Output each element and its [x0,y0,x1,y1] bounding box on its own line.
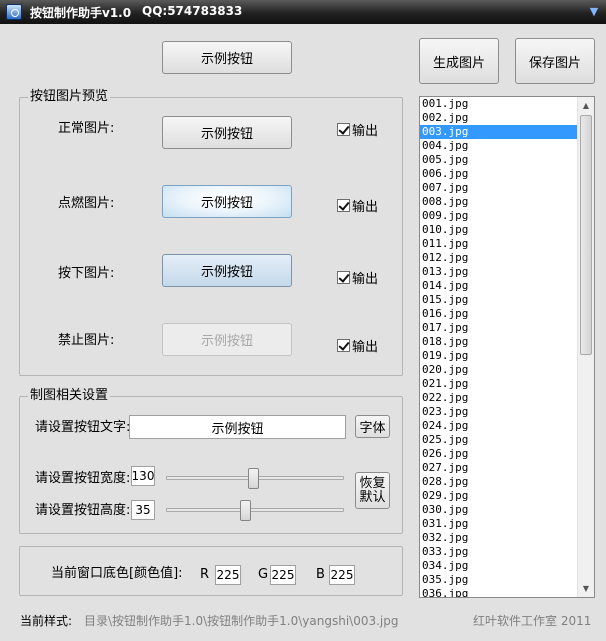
button-height-label: 请设置按钮高度: [35,503,131,518]
checkbox-check-icon[interactable] [337,123,350,136]
scroll-up-icon[interactable]: ▲ [578,97,594,114]
restore-default-button[interactable]: 恢复 默认 [355,472,390,509]
pressed-preview-button[interactable]: 示例按钮 [162,254,292,287]
output-label: 输出 [352,272,379,287]
list-item[interactable]: 030.jpg [420,503,578,517]
list-scrollbar[interactable]: ▲ ▼ [577,97,594,597]
list-item[interactable]: 007.jpg [420,181,578,195]
restore-default-line1: 恢复 [359,475,386,491]
example-button[interactable]: 示例按钮 [162,41,292,74]
pressed-output-checkbox[interactable]: 输出 [337,268,378,287]
button-text-label: 请设置按钮文字: [35,420,131,435]
button-width-input[interactable]: 130 [131,466,155,486]
scroll-down-icon[interactable]: ▼ [578,580,594,597]
checkbox-check-icon[interactable] [337,339,350,352]
color-g-label: G [258,567,269,582]
file-listbox[interactable]: 001.jpg 002.jpg 003.jpg 004.jpg 005.jpg 006.j… [419,96,595,598]
list-item[interactable]: 001.jpg [420,97,578,111]
file-list: 001.jpg 002.jpg 003.jpg 004.jpg 005.jpg 006.j… [420,97,578,597]
list-item[interactable]: 019.jpg [420,349,578,363]
button-text-input[interactable]: 示例按钮 [129,415,346,439]
hover-preview-button[interactable]: 示例按钮 [162,185,292,218]
app-icon [6,4,22,20]
restore-default-line2: 默认 [359,489,386,505]
color-b-input[interactable]: 225 [329,565,355,585]
qq-number: QQ:574783833 [142,4,243,18]
list-item[interactable]: 021.jpg [420,377,578,391]
list-item[interactable]: 004.jpg [420,139,578,153]
list-item[interactable]: 017.jpg [420,321,578,335]
list-item[interactable]: 031.jpg [420,517,578,531]
hover-image-label: 点燃图片: [58,196,115,211]
current-style-path: 目录\按钮制作助手1.0\按钮制作助手1.0\yangshi\003.jpg [84,614,399,628]
height-slider-thumb[interactable] [240,500,251,521]
list-item[interactable]: 034.jpg [420,559,578,573]
list-item[interactable]: 018.jpg [420,335,578,349]
save-image-button[interactable]: 保存图片 [515,38,595,84]
list-item[interactable]: 010.jpg [420,223,578,237]
list-item[interactable]: 035.jpg [420,573,578,587]
disabled-output-checkbox[interactable]: 输出 [337,336,378,355]
list-item[interactable]: 036.jpg [420,587,578,597]
current-style-label: 当前样式: [20,614,73,628]
chevron-down-icon[interactable]: ▼ [586,4,602,20]
color-g-input[interactable]: 225 [270,565,296,585]
list-item[interactable]: 027.jpg [420,461,578,475]
window-title: 按钮制作助手v1.0 [30,6,132,20]
output-label: 输出 [352,200,379,215]
normal-output-checkbox[interactable]: 输出 [337,120,378,139]
settings-group-title: 制图相关设置 [28,388,111,404]
checkbox-check-icon[interactable] [337,271,350,284]
color-r-label: R [200,567,210,582]
list-item[interactable]: 003.jpg [420,125,578,139]
list-item[interactable]: 029.jpg [420,489,578,503]
disabled-image-label: 禁止图片: [58,333,115,348]
list-item[interactable]: 025.jpg [420,433,578,447]
preview-group-title: 按钮图片预览 [28,89,111,105]
button-height-input[interactable]: 35 [131,500,155,520]
width-slider-thumb[interactable] [248,468,259,489]
list-item[interactable]: 015.jpg [420,293,578,307]
list-item[interactable]: 013.jpg [420,265,578,279]
normal-image-label: 正常图片: [58,121,115,136]
list-item[interactable]: 012.jpg [420,251,578,265]
list-item[interactable]: 011.jpg [420,237,578,251]
list-item[interactable]: 005.jpg [420,153,578,167]
checkbox-check-icon[interactable] [337,199,350,212]
font-button[interactable]: 字体 [355,415,390,438]
list-item[interactable]: 006.jpg [420,167,578,181]
list-item[interactable]: 014.jpg [420,279,578,293]
list-item[interactable]: 026.jpg [420,447,578,461]
output-label: 输出 [352,340,379,355]
height-slider-track[interactable] [166,508,344,512]
studio-brand: 红叶软件工作室 2011 [473,614,592,628]
list-item[interactable]: 033.jpg [420,545,578,559]
list-item[interactable]: 009.jpg [420,209,578,223]
list-item[interactable]: 023.jpg [420,405,578,419]
list-item[interactable]: 032.jpg [420,531,578,545]
list-item[interactable]: 002.jpg [420,111,578,125]
list-item[interactable]: 008.jpg [420,195,578,209]
disabled-preview-button: 示例按钮 [162,323,292,356]
title-bar: 按钮制作助手v1.0 QQ:574783833 ▼ [0,0,606,24]
hover-output-checkbox[interactable]: 输出 [337,196,378,215]
generate-image-button[interactable]: 生成图片 [419,38,499,84]
button-width-label: 请设置按钮宽度: [35,471,131,486]
color-r-input[interactable]: 225 [215,565,241,585]
color-b-label: B [316,567,325,582]
output-label: 输出 [352,124,379,139]
normal-preview-button[interactable]: 示例按钮 [162,116,292,149]
scroll-thumb[interactable] [580,115,592,355]
list-item[interactable]: 022.jpg [420,391,578,405]
list-item[interactable]: 020.jpg [420,363,578,377]
background-color-label: 当前窗口底色[颜色值]: [51,566,183,581]
list-item[interactable]: 028.jpg [420,475,578,489]
list-item[interactable]: 016.jpg [420,307,578,321]
pressed-image-label: 按下图片: [58,266,115,281]
list-item[interactable]: 024.jpg [420,419,578,433]
